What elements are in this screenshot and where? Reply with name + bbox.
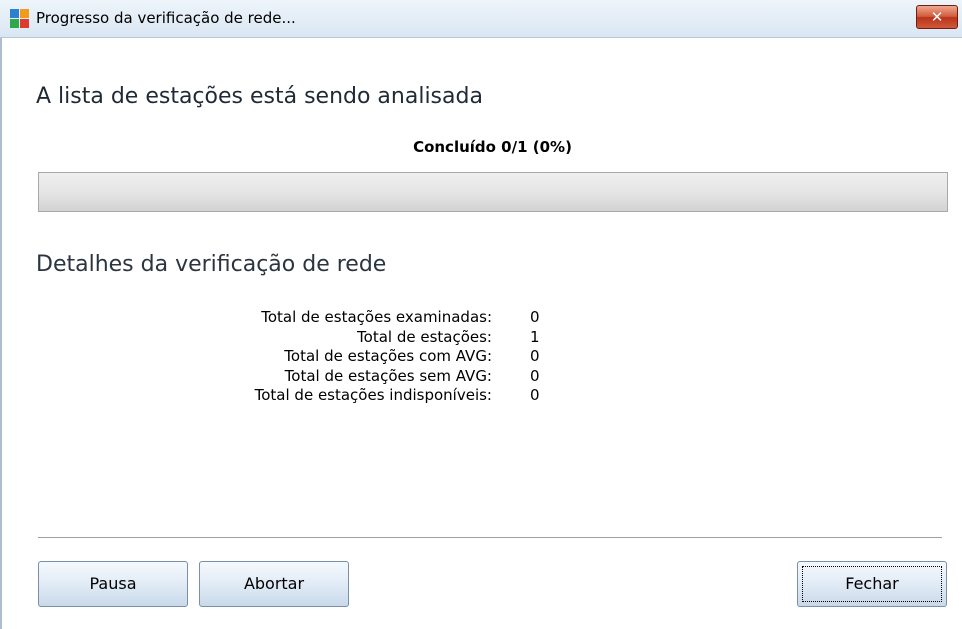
detail-row-without-avg: Total de estações sem AVG: 0 [0, 367, 962, 387]
detail-label: Total de estações sem AVG: [284, 366, 492, 385]
details-heading: Detalhes da verificação de rede [36, 252, 387, 277]
window-title: Progresso da verificação de rede... [36, 9, 296, 27]
detail-row-with-avg: Total de estações com AVG: 0 [0, 347, 962, 367]
detail-label: Total de estações com AVG: [284, 347, 492, 365]
progress-status-text: Concluído 0/1 (0%) [413, 138, 572, 156]
detail-value: 1 [530, 327, 540, 346]
pause-button[interactable]: Pausa [38, 561, 188, 607]
detail-row-examined: Total de estações examinadas: 0 [0, 308, 962, 328]
detail-value: 0 [530, 308, 540, 326]
detail-row-unavailable: Total de estações indisponíveis: 0 [0, 386, 962, 406]
avg-app-icon [10, 9, 30, 29]
close-window-button[interactable]: ✕ [916, 5, 958, 29]
detail-label: Total de estações indisponíveis: [254, 386, 492, 404]
close-icon: ✕ [930, 8, 944, 26]
window-titlebar[interactable]: Progresso da verificação de rede... ✕ [0, 0, 962, 38]
detail-value: 0 [530, 386, 540, 404]
detail-value: 0 [530, 347, 540, 365]
detail-value: 0 [530, 366, 540, 385]
detail-row-total: Total de estações: 1 [0, 328, 962, 348]
focus-ring [802, 566, 942, 602]
abort-button[interactable]: Abortar [199, 561, 349, 607]
detail-label: Total de estações examinadas: [261, 308, 492, 326]
details-list: Total de estações examinadas: 0 Total de… [0, 308, 962, 406]
progress-bar [38, 172, 948, 212]
footer-divider [38, 537, 942, 539]
close-button[interactable]: Fechar [797, 561, 947, 607]
detail-label: Total de estações: [357, 327, 492, 346]
analysis-heading: A lista de estações está sendo analisada [36, 84, 483, 109]
